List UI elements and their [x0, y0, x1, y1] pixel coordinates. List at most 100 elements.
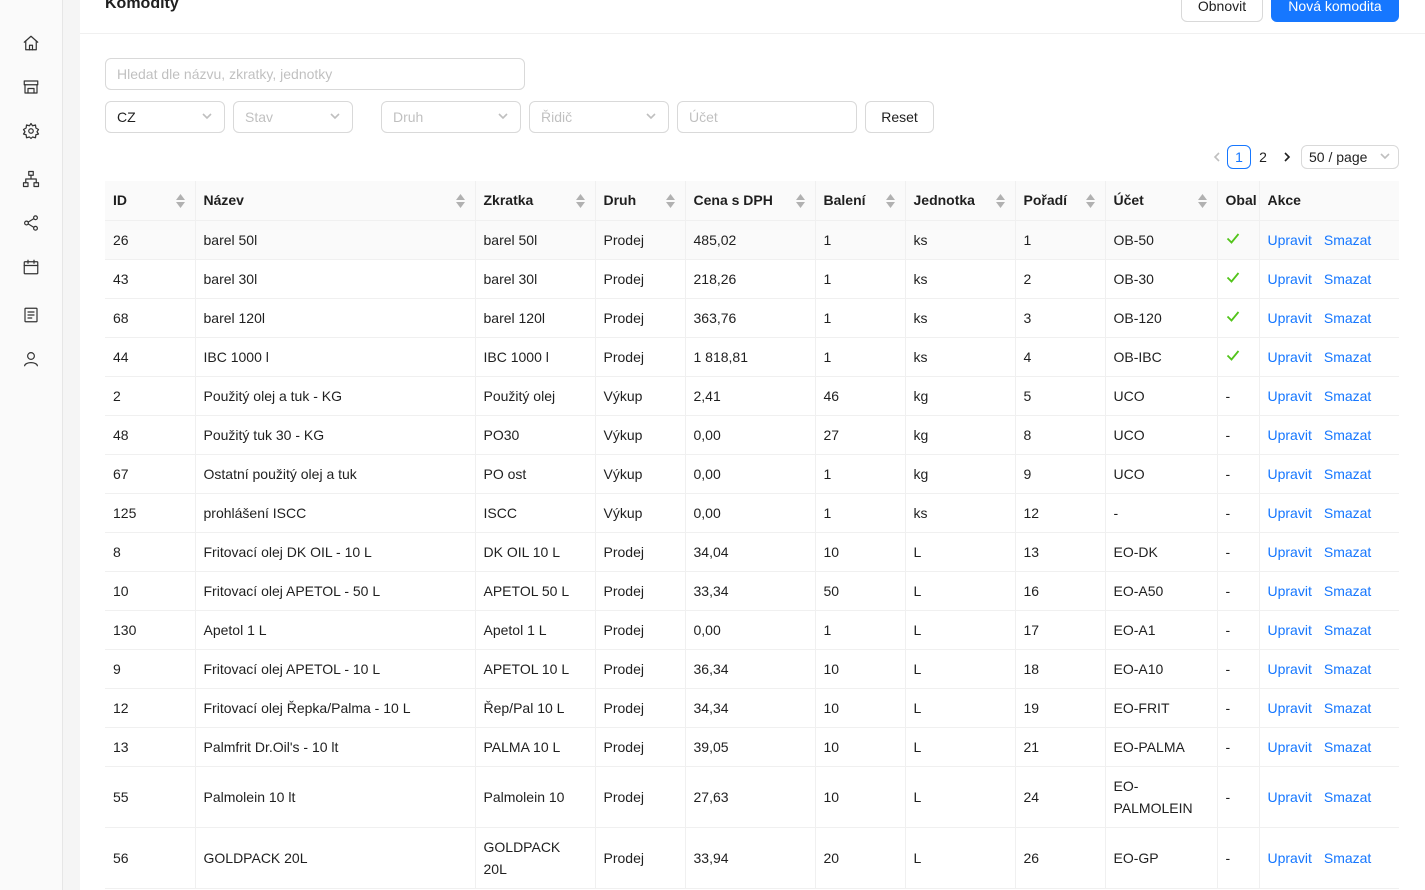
sort-icon[interactable] [665, 194, 675, 208]
user-icon[interactable] [21, 349, 41, 369]
edit-link[interactable]: Upravit [1268, 700, 1312, 716]
sort-icon[interactable] [1197, 194, 1207, 208]
cell-baleni: 1 [815, 610, 906, 650]
gear-icon[interactable] [21, 121, 41, 141]
delete-link[interactable]: Smazat [1324, 739, 1371, 755]
prev-page-icon[interactable] [1205, 145, 1229, 169]
sort-icon[interactable] [1085, 194, 1095, 208]
cell-nazev: Palmfrit Dr.Oil's - 10 lt [195, 727, 476, 767]
cell-cena: 0,00 [685, 610, 816, 650]
page-size-value: 50 / page [1309, 149, 1368, 165]
home-icon[interactable] [21, 33, 41, 53]
delete-link[interactable]: Smazat [1324, 544, 1371, 560]
sort-icon[interactable] [455, 194, 465, 208]
column-header[interactable]: ID [105, 181, 196, 221]
cell-actions: Upravit Smazat [1259, 259, 1399, 299]
delete-link[interactable]: Smazat [1324, 850, 1371, 866]
reset-button[interactable]: Reset [865, 101, 934, 133]
search-input[interactable] [105, 58, 525, 90]
edit-link[interactable]: Upravit [1268, 544, 1312, 560]
sitemap-icon[interactable] [21, 169, 41, 189]
table-row: 68 barel 120l barel 120l Prodej 363,76 1 ks 3 OB… [105, 298, 1399, 338]
cell-nazev: Fritovací olej Řepka/Palma - 10 L [195, 688, 476, 728]
column-header[interactable]: Účet [1105, 181, 1218, 221]
cell-ucet: EO-A50 [1105, 571, 1218, 611]
column-header[interactable]: Pořadí [1015, 181, 1106, 221]
sort-icon[interactable] [575, 194, 585, 208]
cell-ucet: UCO [1105, 415, 1218, 455]
cell-actions: Upravit Smazat [1259, 298, 1399, 338]
edit-link[interactable]: Upravit [1268, 349, 1312, 365]
edit-link[interactable]: Upravit [1268, 388, 1312, 404]
delete-link[interactable]: Smazat [1324, 427, 1371, 443]
delete-link[interactable]: Smazat [1324, 505, 1371, 521]
delete-link[interactable]: Smazat [1324, 349, 1371, 365]
cell-baleni: 10 [815, 688, 906, 728]
sort-icon[interactable] [995, 194, 1005, 208]
cell-id: 9 [105, 649, 196, 689]
edit-link[interactable]: Upravit [1268, 850, 1312, 866]
delete-link[interactable]: Smazat [1324, 466, 1371, 482]
refresh-button[interactable]: Obnovit [1181, 0, 1263, 22]
calendar-icon[interactable] [21, 257, 41, 277]
check-icon [1226, 232, 1240, 248]
page-size-select[interactable]: 50 / page [1301, 145, 1399, 169]
cell-cena: 0,00 [685, 493, 816, 533]
edit-link[interactable]: Upravit [1268, 310, 1312, 326]
cell-jednotka: L [905, 649, 1016, 689]
stav-select[interactable]: Stav [233, 101, 353, 133]
delete-link[interactable]: Smazat [1324, 622, 1371, 638]
sort-icon[interactable] [885, 194, 895, 208]
cell-baleni: 1 [815, 493, 906, 533]
edit-link[interactable]: Upravit [1268, 427, 1312, 443]
delete-link[interactable]: Smazat [1324, 271, 1371, 287]
new-commodity-button[interactable]: Nová komodita [1271, 0, 1399, 22]
sort-icon[interactable] [175, 194, 185, 208]
cell-id: 55 [105, 766, 196, 828]
delete-link[interactable]: Smazat [1324, 232, 1371, 248]
page-2[interactable]: 2 [1251, 145, 1275, 169]
edit-link[interactable]: Upravit [1268, 466, 1312, 482]
edit-link[interactable]: Upravit [1268, 271, 1312, 287]
delete-link[interactable]: Smazat [1324, 700, 1371, 716]
edit-link[interactable]: Upravit [1268, 583, 1312, 599]
country-select[interactable]: CZ [105, 101, 225, 133]
shop-icon[interactable] [21, 77, 41, 97]
delete-link[interactable]: Smazat [1324, 661, 1371, 677]
column-header[interactable]: Cena s DPH [685, 181, 816, 221]
column-header[interactable]: Název [195, 181, 476, 221]
delete-link[interactable]: Smazat [1324, 583, 1371, 599]
delete-link[interactable]: Smazat [1324, 388, 1371, 404]
edit-link[interactable]: Upravit [1268, 789, 1312, 805]
next-page-icon[interactable] [1275, 145, 1299, 169]
share-icon[interactable] [21, 213, 41, 233]
edit-link[interactable]: Upravit [1268, 622, 1312, 638]
column-header[interactable]: Druh [595, 181, 686, 221]
cell-ucet: OB-30 [1105, 259, 1218, 299]
edit-link[interactable]: Upravit [1268, 232, 1312, 248]
cell-baleni: 1 [815, 220, 906, 260]
cell-poradi: 18 [1015, 649, 1106, 689]
cell-baleni: 27 [815, 415, 906, 455]
delete-link[interactable]: Smazat [1324, 789, 1371, 805]
column-header[interactable]: Zkratka [475, 181, 596, 221]
column-header[interactable]: Jednotka [905, 181, 1016, 221]
column-header: Akce [1259, 181, 1399, 221]
cell-jednotka: kg [905, 376, 1016, 416]
edit-link[interactable]: Upravit [1268, 661, 1312, 677]
sort-icon[interactable] [795, 194, 805, 208]
table-row: 43 barel 30l barel 30l Prodej 218,26 1 ks 2 OB-3… [105, 259, 1399, 299]
druh-select[interactable]: Druh [381, 101, 521, 133]
list-icon[interactable] [21, 305, 41, 325]
edit-link[interactable]: Upravit [1268, 505, 1312, 521]
ridic-select[interactable]: Řidič [529, 101, 669, 133]
cell-zkratka: PO ost [475, 454, 596, 494]
ucet-input[interactable] [677, 101, 857, 133]
cell-baleni: 1 [815, 454, 906, 494]
column-header[interactable]: Balení [815, 181, 906, 221]
edit-link[interactable]: Upravit [1268, 739, 1312, 755]
cell-nazev: prohlášení ISCC [195, 493, 476, 533]
chevron-down-icon [497, 109, 509, 125]
delete-link[interactable]: Smazat [1324, 310, 1371, 326]
page-1[interactable]: 1 [1227, 145, 1251, 169]
